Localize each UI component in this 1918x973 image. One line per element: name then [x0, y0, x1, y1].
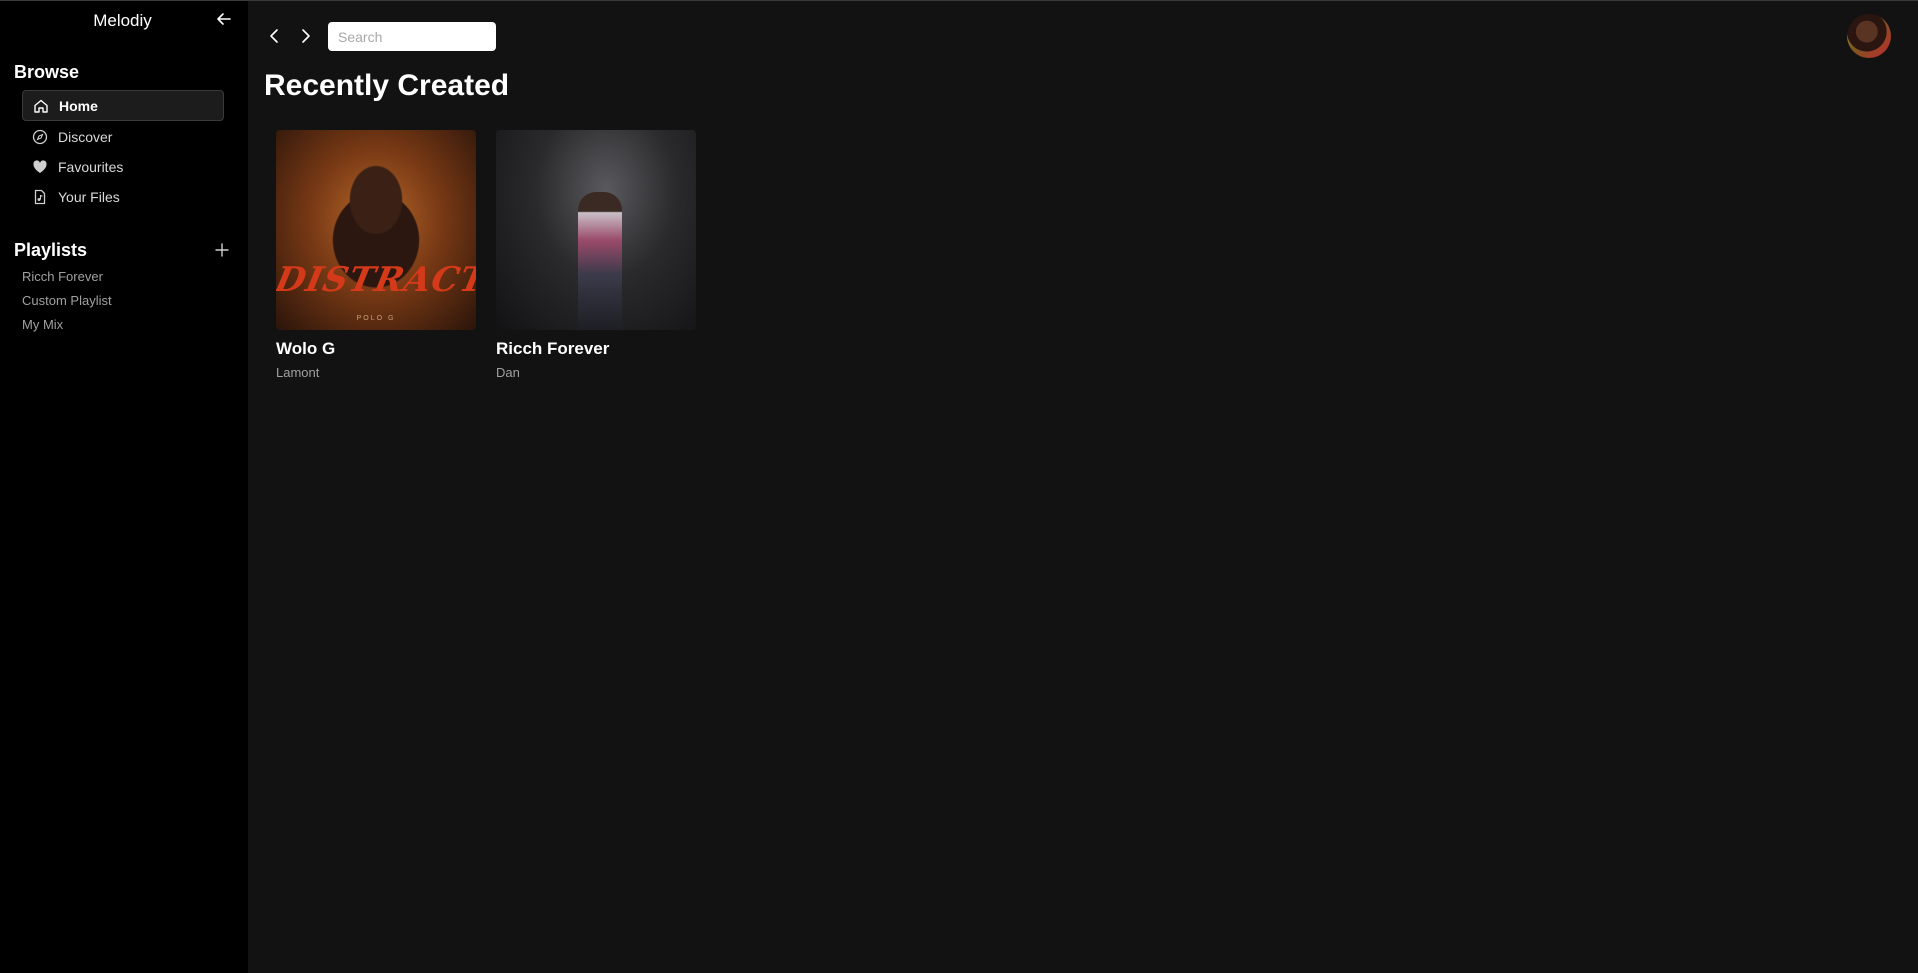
playlists-title: Playlists	[14, 240, 88, 260]
album-cover	[496, 130, 696, 330]
page-title: Recently Created	[264, 69, 510, 102]
sidebar-item-label: Home	[59, 97, 98, 114]
forward-button[interactable]	[295, 25, 317, 47]
playlist-item[interactable]: Ricch Forever	[22, 269, 103, 284]
sidebar-item-discover[interactable]: Discover	[22, 121, 224, 152]
browse-title: Browse	[14, 62, 80, 82]
add-playlist-button[interactable]	[212, 240, 232, 260]
back-button[interactable]	[263, 25, 285, 47]
sidebar-item-label: Favourites	[58, 158, 124, 175]
avatar[interactable]	[1847, 14, 1891, 58]
chevron-left-icon	[270, 29, 278, 43]
card-ricch-forever[interactable]: Ricch Forever Dan	[496, 130, 696, 380]
card-artist: Lamont	[276, 365, 320, 380]
sidebar-item-home[interactable]: Home	[22, 90, 224, 121]
sidebar-item-label: Your Files	[58, 188, 120, 205]
heart-icon	[32, 159, 48, 175]
plus-icon	[215, 243, 229, 257]
card-title: Ricch Forever	[496, 339, 610, 358]
sidebar-item-label: Discover	[58, 128, 113, 145]
home-icon	[33, 98, 49, 114]
playlist-item[interactable]: My Mix	[22, 317, 63, 332]
arrow-left-icon	[217, 13, 231, 25]
cover-title: DISTRACTION	[276, 260, 476, 300]
compass-icon	[32, 129, 48, 145]
performer-figure	[578, 192, 622, 330]
cover-subtitle: POLO G	[356, 315, 396, 322]
album-cover: DISTRACTION POLO G	[276, 130, 476, 330]
playlist-item[interactable]: Custom Playlist	[22, 293, 112, 308]
sidebar: Melodiy Browse Home Discover Favourites …	[0, 1, 248, 973]
card-wolo-g[interactable]: DISTRACTION POLO G Wolo G Lamont	[276, 130, 476, 380]
sidebar-item-your-files[interactable]: Your Files	[22, 181, 224, 212]
app-title: Melodiy	[93, 11, 152, 30]
card-title: Wolo G	[276, 339, 336, 358]
file-icon	[32, 189, 48, 205]
card-artist: Dan	[496, 365, 520, 380]
chevron-right-icon	[302, 29, 310, 43]
collapse-sidebar-button[interactable]	[214, 9, 234, 29]
search-input[interactable]	[328, 22, 496, 51]
sidebar-item-favourites[interactable]: Favourites	[22, 151, 224, 182]
